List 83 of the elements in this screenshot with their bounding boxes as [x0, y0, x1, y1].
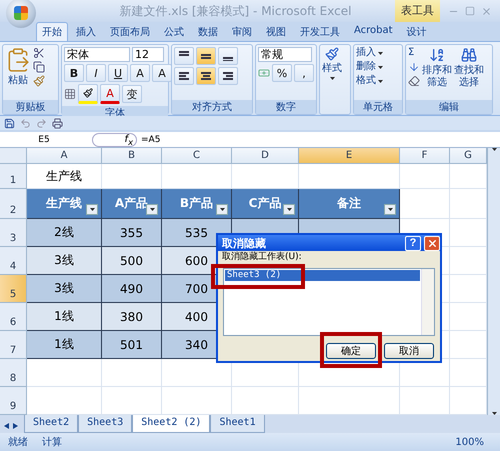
font-size-button[interactable]: A — [152, 64, 172, 82]
table-cell: 355 — [102, 219, 162, 248]
table-header-cell: B产品 — [162, 189, 232, 220]
ribbon-tab[interactable]: 开始 — [36, 22, 68, 41]
format-button[interactable]: U — [108, 64, 128, 82]
column-header[interactable]: C — [162, 148, 232, 164]
cells-button[interactable]: 插入 — [356, 47, 376, 59]
column-header[interactable]: D — [232, 148, 299, 164]
cancel-button[interactable]: 取消 — [384, 343, 434, 359]
paste-button[interactable]: 粘贴 — [8, 75, 28, 87]
row-header[interactable]: 2 — [0, 189, 27, 220]
ribbon-tab[interactable]: 公式 — [158, 22, 190, 41]
sort-button[interactable]: 排序和 筛选 — [422, 65, 452, 89]
ribbon-tab[interactable]: 审阅 — [226, 22, 258, 41]
ok-button[interactable]: 确定 — [326, 343, 376, 359]
column-header[interactable]: G — [450, 148, 487, 164]
percent-button[interactable]: % — [272, 64, 292, 82]
formula-field[interactable]: =A5 — [141, 134, 500, 145]
table-cell: 3线 — [27, 247, 102, 276]
font-name-field[interactable]: 宋体 — [64, 47, 130, 62]
table-cell: 3线 — [27, 275, 102, 304]
window-title: 新建文件.xls [兼容模式] - Microsoft Excel — [118, 2, 352, 20]
ribbon-tab[interactable]: 页面布局 — [104, 22, 156, 41]
column-header[interactable]: E — [299, 148, 400, 164]
font-color-button[interactable]: A — [100, 84, 120, 104]
sheet-tab[interactable]: Sheet2 — [24, 415, 78, 434]
ribbon-tab[interactable]: 开发工具 — [294, 22, 346, 41]
sum-button[interactable]: Σ — [408, 47, 414, 59]
table-cell: 生产线 — [27, 164, 102, 190]
cells-button[interactable]: 删除 — [356, 61, 376, 73]
group-title: 数字 — [256, 100, 316, 114]
ribbon-tab[interactable]: 设计 — [400, 22, 433, 41]
group-title: 单元格 — [354, 100, 402, 114]
list-item[interactable]: Sheet3 (2) — [225, 270, 420, 281]
context-tab-group: 表工具 — [395, 0, 440, 22]
column-header[interactable]: B — [102, 148, 162, 164]
table-header-cell: C产品 — [232, 189, 299, 220]
group-title: 对齐方式 — [172, 100, 252, 114]
format-button[interactable]: B — [64, 64, 84, 82]
ribbon-tab[interactable]: 视图 — [260, 22, 292, 41]
row-header[interactable]: 7 — [0, 331, 27, 360]
table-cell: 380 — [102, 303, 162, 332]
row-header[interactable]: 8 — [0, 359, 27, 388]
table-cell: 490 — [102, 275, 162, 304]
number-format-field[interactable]: 常规 — [258, 47, 312, 62]
find-button[interactable]: 查找和 选择 — [454, 65, 484, 89]
row-header[interactable]: 9 — [0, 387, 27, 416]
column-header[interactable]: A — [27, 148, 102, 164]
zoom-level[interactable]: 100% — [455, 436, 500, 448]
table-cell: 501 — [102, 331, 162, 360]
row-header[interactable]: 6 — [0, 303, 27, 332]
sheet-tab[interactable]: Sheet3 — [78, 415, 132, 434]
sheet-tab[interactable]: Sheet1 — [210, 415, 265, 434]
row-header[interactable]: 4 — [0, 247, 27, 276]
styles-button[interactable]: 样式 — [322, 63, 342, 75]
table-header-cell: 备注 — [299, 189, 400, 220]
row-header[interactable]: 1 — [0, 164, 27, 190]
row-header[interactable]: 5 — [0, 275, 27, 304]
help-button[interactable]: ? — [405, 236, 421, 250]
table-cell: 1线 — [27, 331, 102, 360]
table-cell: 1线 — [27, 303, 102, 332]
comma-button[interactable]: , — [294, 64, 314, 82]
font-size-button[interactable]: A — [130, 64, 150, 82]
cells-button[interactable]: 格式 — [356, 75, 376, 87]
group-title: 剪贴板 — [3, 100, 58, 114]
font-size-field[interactable]: 12 — [132, 47, 164, 62]
sheet-list[interactable]: Sheet3 (2) — [223, 268, 435, 336]
table-cell: 2线 — [27, 219, 102, 248]
group-title: 编辑 — [406, 100, 492, 114]
ribbon-tab[interactable]: 数据 — [192, 22, 224, 41]
table-cell: 500 — [102, 247, 162, 276]
ribbon-tab[interactable]: Acrobat — [348, 22, 399, 41]
format-button[interactable]: I — [86, 64, 106, 82]
ribbon-tab[interactable]: 插入 — [70, 22, 102, 41]
table-header-cell: 生产线 — [27, 189, 102, 220]
status-text: 就绪 — [8, 436, 28, 450]
column-header[interactable]: F — [400, 148, 450, 164]
insert-function-button[interactable]: f$_{x}$ — [92, 132, 137, 147]
sheet-tab[interactable]: Sheet2 (2) — [132, 415, 210, 434]
row-header[interactable]: 3 — [0, 219, 27, 248]
phonetic-button[interactable]: 变 — [122, 85, 142, 103]
status-text: 计算 — [42, 436, 62, 450]
name-box[interactable]: E5 — [0, 134, 88, 145]
